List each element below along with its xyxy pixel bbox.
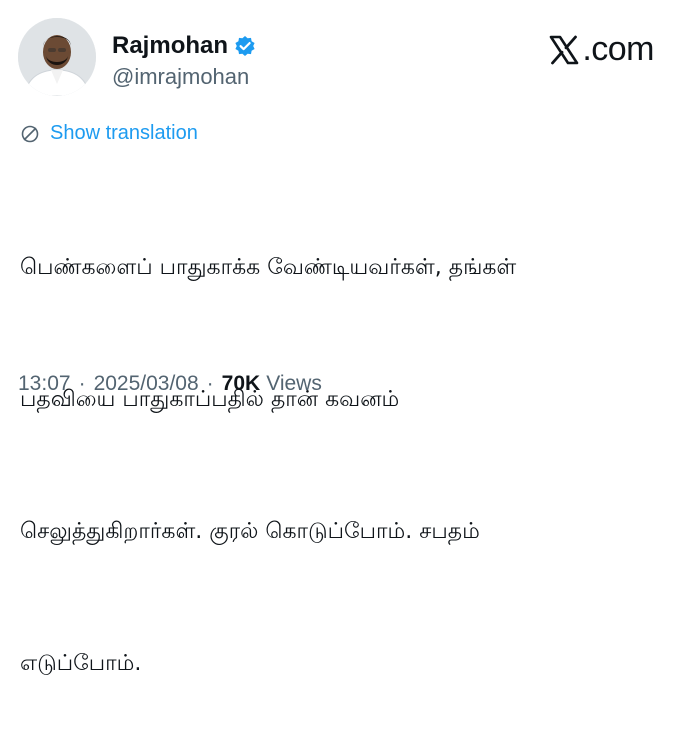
author-row: Rajmohan (112, 32, 256, 60)
brand-domain: .com (582, 30, 654, 68)
tweet-date[interactable]: 2025/03/08 (94, 372, 199, 396)
author-handle[interactable]: @imrajmohan (112, 64, 249, 90)
verified-badge-icon (234, 35, 256, 57)
tweet-meta: 13:07 · 2025/03/08 · 70K Views (18, 372, 322, 396)
tweet-line: செலுத்துகிறார்கள். குரல் கொடுப்போம். சபத… (20, 519, 480, 544)
tweet-time[interactable]: 13:07 (18, 372, 71, 396)
views-label: Views (266, 372, 322, 395)
show-translation-label: Show translation (50, 122, 198, 144)
meta-separator: · (206, 372, 214, 395)
tweet-line: பெண்களைப் பாதுகாக்க வேண்டியவர்கள், தங்கள… (20, 255, 517, 280)
show-translation-link[interactable]: Show translation (20, 122, 198, 145)
meta-separator: · (78, 372, 86, 395)
avatar-image (18, 18, 96, 96)
author-name[interactable]: Rajmohan (112, 32, 228, 60)
tweet-text: பெண்களைப் பாதுகாக்க வேண்டியவர்கள், தங்கள… (20, 158, 660, 730)
avatar[interactable] (18, 18, 96, 96)
x-logo-icon (550, 35, 579, 64)
globe-icon (21, 125, 39, 142)
x-brand-logo: .com (548, 30, 654, 69)
tweet-line: எடுப்போம். (20, 651, 142, 676)
views-count[interactable]: 70K (222, 372, 261, 396)
